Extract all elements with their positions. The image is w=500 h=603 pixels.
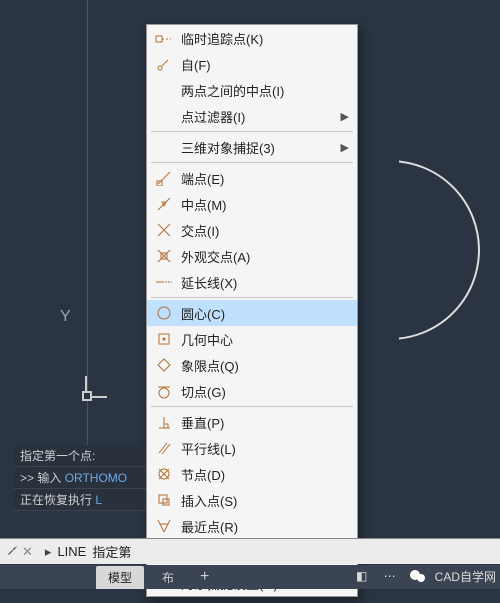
menu-apparent-intersection[interactable]: 外观交点(A) [147,243,357,269]
node-icon [151,463,177,485]
menu-3d-osnap[interactable]: 三维对象捕捉(3) ▶ [147,134,357,160]
menu-item-label: 端点(E) [181,169,349,188]
command-bar[interactable]: ✕ ▸ LINE 指定第 [0,538,500,564]
osnap-context-menu: 临时追踪点(K) 自(F) 两点之间的中点(I) 点过滤器(I) ▶ 三维对象捕… [146,24,358,597]
tab-layout[interactable]: 布 [150,566,186,589]
submenu-arrow-icon: ▶ [341,110,349,123]
menu-insertion[interactable]: 插入点(S) [147,487,357,513]
midpoint-icon [151,193,177,215]
command-history: 指定第一个点: >> 输入 ORTHOMO 正在恢复执行 L [14,445,146,511]
nearest-icon [151,515,177,537]
extension-icon [151,271,177,293]
menu-endpoint[interactable]: 端点(E) [147,165,357,191]
menu-midpoint-between-two[interactable]: 两点之间的中点(I) [147,77,357,103]
menu-separator [151,131,353,132]
close-icon[interactable]: ✕ [22,544,33,560]
insertion-icon [151,489,177,511]
status-icon[interactable]: ◧ [351,565,373,587]
tab-model[interactable]: 模型 [96,566,144,589]
quadrant-icon [151,354,177,376]
blank-icon [151,105,177,127]
history-line: >> 输入 ORTHOMO [14,467,146,489]
menu-center[interactable]: 圆心(C) [147,300,357,326]
menu-item-label: 外观交点(A) [181,247,349,266]
apparent-intersection-icon [151,245,177,267]
status-bar-right: ◧ ⋯ CAD自学网 [351,565,496,587]
menu-extension[interactable]: 延长线(X) [147,269,357,295]
add-tab-button[interactable]: + [192,568,217,586]
endpoint-icon [151,167,177,189]
menu-geometric-center[interactable]: 几何中心 [147,326,357,352]
menu-item-label: 交点(I) [181,221,349,240]
menu-item-label: 垂直(P) [181,413,349,432]
menu-item-label: 切点(G) [181,382,349,401]
ucs-icon [85,376,107,398]
center-icon [151,302,177,324]
perpendicular-icon [151,411,177,433]
menu-item-label: 延长线(X) [181,273,349,292]
brand-label: CAD自学网 [435,568,496,585]
parallel-icon [151,437,177,459]
history-line: 正在恢复执行 L [14,489,146,511]
status-icon[interactable]: ⋯ [379,565,401,587]
menu-intersection[interactable]: 交点(I) [147,217,357,243]
menu-separator [151,162,353,163]
intersection-icon [151,219,177,241]
history-line: 指定第一个点: [14,445,146,467]
menu-item-label: 象限点(Q) [181,356,349,375]
menu-from[interactable]: 自(F) [147,51,357,77]
axis-line [87,0,88,480]
wrench-icon [6,543,20,560]
submenu-arrow-icon: ▶ [341,141,349,154]
menu-item-label: 节点(D) [181,465,349,484]
menu-parallel[interactable]: 平行线(L) [147,435,357,461]
wechat-icon[interactable] [407,565,429,587]
track-icon [151,27,177,49]
active-command: LINE [57,544,86,559]
command-prompt: 指定第 [92,542,131,561]
geometric-center-icon [151,328,177,350]
menu-separator [151,406,353,407]
menu-item-label: 圆心(C) [181,304,349,323]
prompt-arrow-icon: ▸ [45,544,52,560]
menu-item-label: 最近点(R) [181,517,349,536]
menu-item-label: 几何中心 [181,330,349,349]
menu-quadrant[interactable]: 象限点(Q) [147,352,357,378]
menu-item-label: 临时追踪点(K) [181,29,349,48]
menu-item-label: 点过滤器(I) [181,107,335,126]
menu-point-filters[interactable]: 点过滤器(I) ▶ [147,103,357,129]
menu-nearest[interactable]: 最近点(R) [147,513,357,539]
menu-item-label: 插入点(S) [181,491,349,510]
cursor-axis-label: Y [60,308,71,326]
menu-item-label: 两点之间的中点(I) [181,81,349,100]
menu-item-label: 自(F) [181,55,349,74]
menu-item-label: 平行线(L) [181,439,349,458]
menu-temp-track-point[interactable]: 临时追踪点(K) [147,25,357,51]
menu-item-label: 中点(M) [181,195,349,214]
menu-perpendicular[interactable]: 垂直(P) [147,409,357,435]
blank-icon [151,79,177,101]
from-icon [151,53,177,75]
menu-item-label: 三维对象捕捉(3) [181,138,335,157]
menu-tangent[interactable]: 切点(G) [147,378,357,404]
menu-node[interactable]: 节点(D) [147,461,357,487]
menu-separator [151,297,353,298]
menu-midpoint[interactable]: 中点(M) [147,191,357,217]
tangent-icon [151,380,177,402]
blank-icon [151,136,177,158]
